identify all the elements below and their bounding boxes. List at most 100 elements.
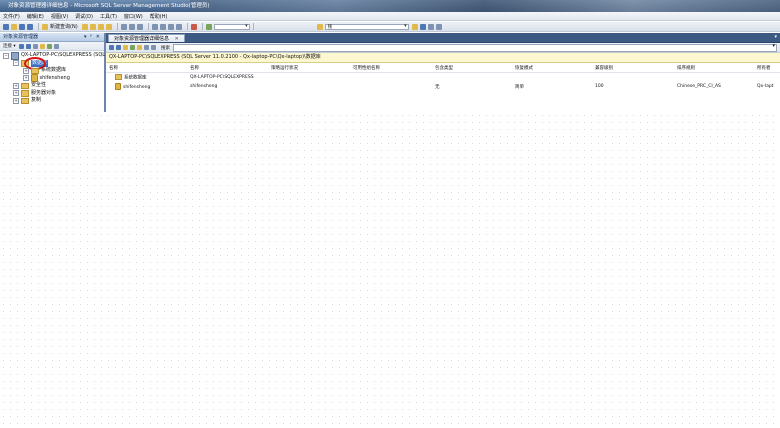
tree-label-shifensheng: shifensheng [39, 74, 70, 81]
search-label: 搜索 [161, 45, 170, 51]
find-icon[interactable] [316, 23, 323, 30]
mdx-query-icon[interactable] [97, 23, 104, 30]
tab-close-icon[interactable]: ✕ [175, 36, 179, 42]
toolbox-icon[interactable] [435, 23, 442, 30]
expand-icon[interactable]: + [13, 82, 19, 89]
expand-icon[interactable]: + [13, 90, 19, 97]
title-bar-background [190, 0, 780, 12]
column-header[interactable]: 排序规则 [674, 63, 754, 73]
column-header[interactable]: 策略运行状况 [268, 63, 350, 73]
properties-icon[interactable] [427, 23, 434, 30]
solution-explorer-icon[interactable] [419, 23, 426, 30]
expand-icon[interactable]: + [23, 75, 29, 82]
tab-list-dropdown-icon[interactable]: ▾ [774, 34, 777, 40]
tree-node-shifensheng[interactable]: + shifensheng [0, 74, 104, 83]
object-explorer-panel: 对象资源管理器 ▾ ᵖ ✕ 连接 ▾ − QX-LAPTOP-PC\SQLEXP… [0, 33, 110, 112]
column-header[interactable]: 所有者 [754, 63, 780, 73]
title-bar: 对象资源管理器详细信息 - Microsoft SQL Server Manag… [0, 0, 780, 12]
table-cell [350, 73, 432, 83]
ssms-window: 对象资源管理器详细信息 - Microsoft SQL Server Manag… [0, 0, 780, 112]
back-icon[interactable] [109, 45, 114, 50]
table-cell: 简单 [515, 84, 524, 90]
sync-icon[interactable] [123, 45, 128, 50]
column-header[interactable]: 可用性组名称 [350, 63, 432, 73]
disconnect-icon[interactable] [25, 43, 31, 49]
collapse-icon[interactable]: − [13, 60, 19, 67]
tree-label-replication: 复制 [31, 97, 42, 103]
new-query-icon[interactable] [42, 23, 48, 30]
open-file-icon[interactable] [11, 23, 17, 30]
database-combo[interactable] [213, 23, 250, 30]
table-row[interactable]: 系统数据库 QX-LAPTOP-PC\SQLEXPRESS [106, 73, 780, 83]
connect-button[interactable]: 连接 ▾ [3, 43, 16, 49]
navigate-forward-icon[interactable] [175, 23, 182, 30]
find-combo[interactable]: 钱 [324, 23, 409, 30]
search-input[interactable] [173, 43, 777, 52]
toolbar-separator [252, 23, 254, 30]
panel-window-controls[interactable]: ▾ ᵖ ✕ [84, 33, 101, 41]
stop-icon[interactable] [32, 43, 38, 49]
table-cell [512, 73, 592, 83]
toolbar-separator [38, 23, 39, 30]
navigate-back-icon[interactable] [167, 23, 174, 30]
forward-icon[interactable] [116, 45, 121, 50]
redo-icon[interactable] [159, 23, 166, 30]
tree-node-databases[interactable]: − 数据库 [0, 56, 104, 70]
new-query-button[interactable]: 新建查询(N) [50, 23, 78, 30]
column-header[interactable]: 名称 [187, 63, 268, 73]
collapse-icon[interactable]: − [3, 52, 9, 59]
menu-help[interactable]: 帮助(H) [150, 13, 168, 20]
toolbar-separator [116, 23, 118, 30]
list-view-icon[interactable] [144, 45, 149, 50]
filter-icon[interactable] [137, 45, 142, 50]
analysis-query-icon[interactable] [89, 23, 96, 30]
tree-label-system-databases: 系统数据库 [41, 67, 67, 73]
refresh-icon[interactable] [46, 43, 52, 49]
toolbar-separator [201, 23, 203, 30]
expand-icon[interactable]: + [23, 67, 29, 74]
undo-icon[interactable] [151, 23, 158, 30]
cut-icon[interactable] [120, 23, 127, 30]
refresh-icon[interactable] [130, 45, 135, 50]
column-header[interactable]: 兼容级别 [592, 63, 674, 73]
report-icon[interactable] [151, 45, 156, 50]
column-header[interactable]: 名称 [106, 63, 187, 73]
menu-tools[interactable]: 工具(T) [100, 13, 117, 20]
summary-icon[interactable] [53, 43, 59, 49]
menu-edit[interactable]: 编辑(E) [27, 13, 44, 20]
find-in-files-icon[interactable] [411, 23, 418, 30]
connect-icon[interactable] [18, 43, 24, 49]
menu-file[interactable]: 文件(F) [3, 13, 20, 20]
details-path-bar: QX-LAPTOP-PC\SQLEXPRESS (SQL Server 11.0… [106, 53, 780, 63]
column-header[interactable]: 包含类型 [432, 63, 512, 73]
menu-window[interactable]: 窗口(W) [124, 13, 143, 20]
save-all-icon[interactable] [27, 23, 33, 30]
menu-bar: 文件(F) 编辑(E) 视图(V) 调试(D) 工具(T) 窗口(W) 帮助(H… [0, 12, 780, 21]
tree-node-server-objects[interactable]: + 服务器对象 [0, 90, 104, 98]
document-tab-strip: 对象资源管理器详细信息 ✕ ▾ [106, 33, 780, 43]
menu-view[interactable]: 视图(V) [51, 13, 68, 20]
folder-icon [21, 97, 29, 104]
expand-icon[interactable]: + [13, 97, 19, 104]
database-engine-query-icon[interactable] [81, 23, 88, 30]
tree-node-system-databases[interactable]: + 系统数据库 [0, 67, 104, 75]
new-project-icon[interactable] [3, 23, 9, 30]
activity-monitor-icon[interactable] [190, 23, 197, 30]
table-cell: Chinese_PRC_CI_AS [677, 84, 721, 89]
column-header[interactable]: 恢复模式 [512, 63, 592, 73]
dmx-query-icon[interactable] [105, 23, 112, 30]
paste-icon[interactable] [136, 23, 143, 30]
tree-node-server[interactable]: − QX-LAPTOP-PC\SQLEXPRESS (SQL S [0, 51, 110, 60]
tree-node-replication[interactable]: + 复制 [0, 97, 104, 105]
execute-icon[interactable] [205, 23, 212, 30]
cell-text: shifensheng [123, 85, 151, 90]
menu-debug[interactable]: 调试(D) [75, 13, 93, 20]
tab-object-explorer-details[interactable]: 对象资源管理器详细信息 ✕ [108, 34, 185, 42]
copy-icon[interactable] [128, 23, 135, 30]
filter-icon[interactable] [39, 43, 45, 49]
table-cell: 无 [435, 84, 440, 90]
save-icon[interactable] [19, 23, 25, 30]
database-icon [115, 83, 121, 90]
table-row[interactable]: shifensheng shifensheng 无 简单 100 Chinese… [106, 82, 780, 91]
tree-node-security[interactable]: + 安全性 [0, 82, 104, 90]
